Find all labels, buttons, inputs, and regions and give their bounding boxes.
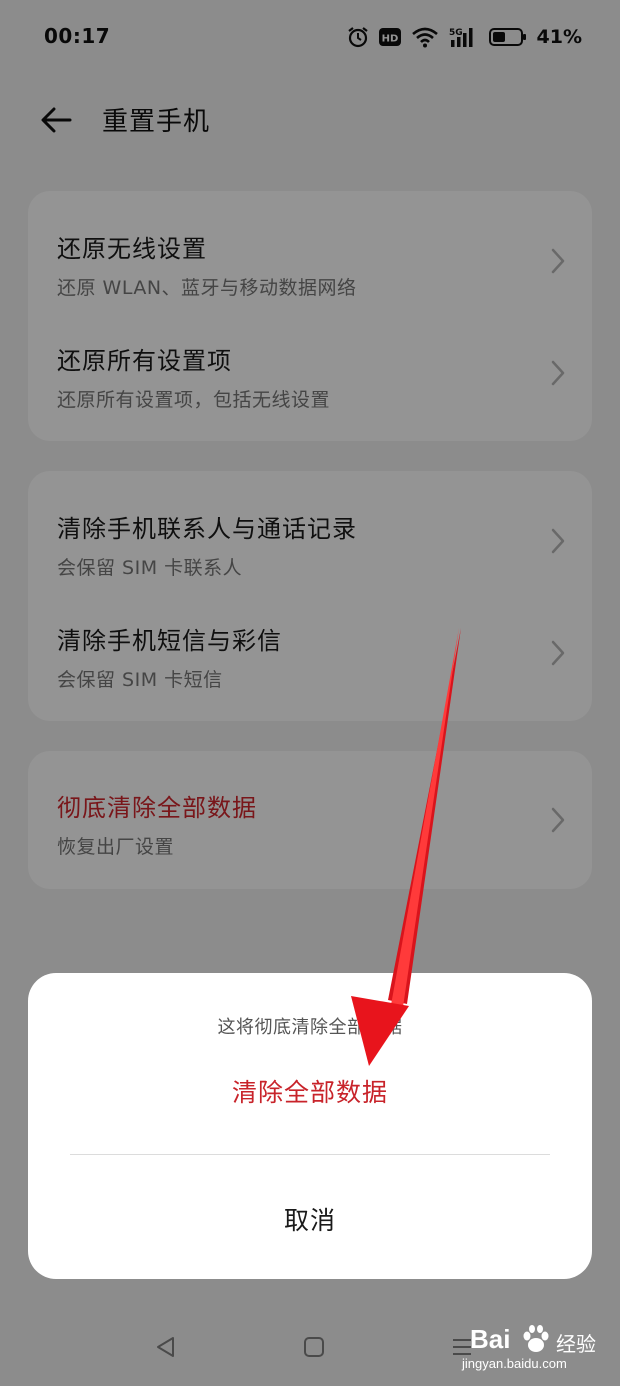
cancel-button[interactable]: 取消 [28,1201,592,1237]
watermark-suffix: 经验 [556,1332,596,1356]
confirm-dialog: 这将彻底清除全部数据 清除全部数据 取消 [28,973,592,1279]
dialog-divider [70,1154,550,1155]
watermark-brand: Bai [470,1324,511,1354]
back-triangle-icon[interactable] [154,1335,178,1359]
watermark-url: jingyan.baidu.com [462,1356,567,1371]
baidu-watermark: Bai 经验 jingyan.baidu.com [448,1318,608,1374]
confirm-erase-button[interactable]: 清除全部数据 [28,1073,592,1109]
paw-icon [523,1325,549,1352]
dialog-message: 这将彻底清除全部数据 [217,1017,403,1038]
home-square-icon[interactable] [302,1335,326,1359]
